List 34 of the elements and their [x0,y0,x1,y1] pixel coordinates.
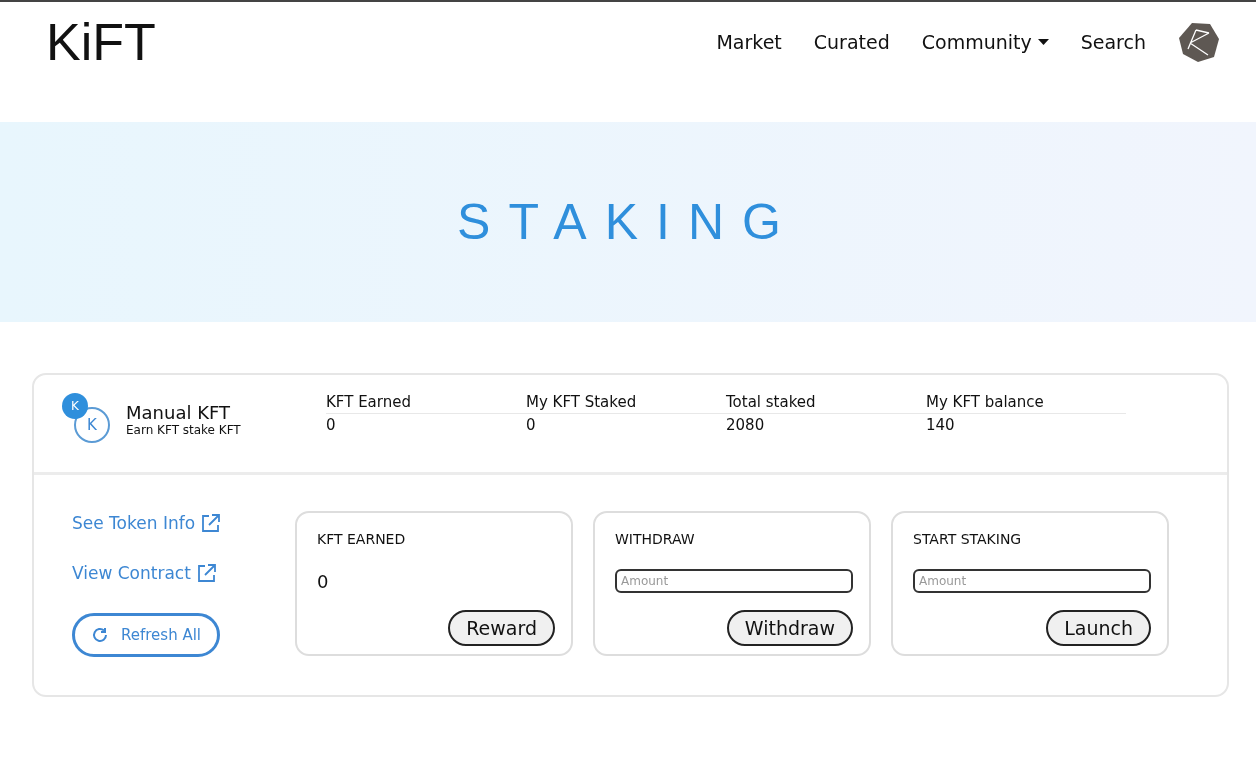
nav-link[interactable]: Community [921,31,1049,53]
action-title: WITHDRAW [615,531,696,547]
brand-logo[interactable]: KiFT [46,12,156,72]
action-button[interactable]: Reward [448,610,555,646]
refresh-icon [91,626,109,644]
caret-icon [1037,39,1049,45]
external-link[interactable]: See Token Info [72,513,221,533]
stat-value: 0 [326,415,337,434]
pool-subtitle: Earn KFT stake KFT [126,422,241,437]
amount-field[interactable]: Amount [913,569,1151,593]
nav-link[interactable]: Market [716,31,782,53]
action-title: START STAKING [913,531,1023,547]
nav-link[interactable]: Search [1080,31,1146,53]
external-link-icon [196,563,216,583]
amount-field[interactable]: Amount [615,569,853,593]
stat-label: Total staked [726,393,926,414]
action-title: KFT EARNED [317,531,407,547]
token-badge: K [62,393,88,419]
stat-value: 0 [526,415,537,434]
stat-label: My KFT balance [926,393,1126,414]
earned-value: 0 [317,571,330,592]
pool-name: Manual KFT [126,401,231,423]
external-link-icon [201,513,221,533]
action-button[interactable]: Launch [1046,610,1151,646]
external-link[interactable]: View Contract [72,563,216,583]
stat-label: KFT Earned [326,393,526,414]
refresh-button[interactable]: Refresh All [72,613,220,657]
avatar-icon[interactable] [1178,21,1220,63]
stat-value: 2080 [726,415,766,434]
page-title: STAKING [457,193,799,251]
stat-label: My KFT Staked [526,393,726,414]
action-button[interactable]: Withdraw [726,610,853,646]
stat-value: 140 [926,415,956,434]
nav-link[interactable]: Curated [813,31,890,53]
